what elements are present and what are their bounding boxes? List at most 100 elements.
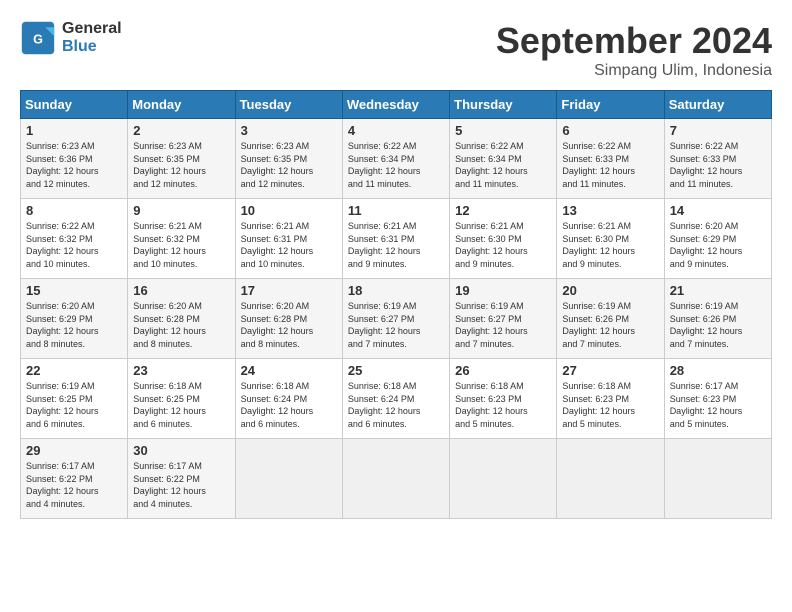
day-number: 12 [455,203,551,218]
month-title: September 2024 [496,20,772,62]
cell-info: Sunrise: 6:19 AMSunset: 6:26 PMDaylight:… [670,300,766,350]
header-cell-tuesday: Tuesday [235,91,342,119]
day-number: 5 [455,123,551,138]
day-number: 27 [562,363,658,378]
cell-info: Sunrise: 6:19 AMSunset: 6:27 PMDaylight:… [455,300,551,350]
cell-info: Sunrise: 6:23 AMSunset: 6:35 PMDaylight:… [133,140,229,190]
calendar-cell: 10 Sunrise: 6:21 AMSunset: 6:31 PMDaylig… [235,199,342,279]
calendar-cell [557,439,664,519]
day-number: 6 [562,123,658,138]
header-cell-sunday: Sunday [21,91,128,119]
cell-info: Sunrise: 6:21 AMSunset: 6:30 PMDaylight:… [562,220,658,270]
location-title: Simpang Ulim, Indonesia [496,62,772,80]
cell-info: Sunrise: 6:19 AMSunset: 6:27 PMDaylight:… [348,300,444,350]
day-number: 4 [348,123,444,138]
calendar-table: SundayMondayTuesdayWednesdayThursdayFrid… [20,90,772,519]
cell-info: Sunrise: 6:21 AMSunset: 6:31 PMDaylight:… [241,220,337,270]
calendar-cell: 3 Sunrise: 6:23 AMSunset: 6:35 PMDayligh… [235,119,342,199]
calendar-cell: 17 Sunrise: 6:20 AMSunset: 6:28 PMDaylig… [235,279,342,359]
calendar-cell: 19 Sunrise: 6:19 AMSunset: 6:27 PMDaylig… [450,279,557,359]
calendar-body: 1 Sunrise: 6:23 AMSunset: 6:36 PMDayligh… [21,119,772,519]
calendar-cell [450,439,557,519]
day-number: 17 [241,283,337,298]
calendar-cell: 18 Sunrise: 6:19 AMSunset: 6:27 PMDaylig… [342,279,449,359]
cell-info: Sunrise: 6:22 AMSunset: 6:34 PMDaylight:… [348,140,444,190]
day-number: 9 [133,203,229,218]
cell-info: Sunrise: 6:20 AMSunset: 6:29 PMDaylight:… [670,220,766,270]
logo-icon: G [20,20,56,56]
day-number: 21 [670,283,766,298]
cell-info: Sunrise: 6:18 AMSunset: 6:23 PMDaylight:… [455,380,551,430]
day-number: 11 [348,203,444,218]
day-number: 22 [26,363,122,378]
calendar-cell: 28 Sunrise: 6:17 AMSunset: 6:23 PMDaylig… [664,359,771,439]
day-number: 25 [348,363,444,378]
cell-info: Sunrise: 6:20 AMSunset: 6:28 PMDaylight:… [133,300,229,350]
calendar-cell: 8 Sunrise: 6:22 AMSunset: 6:32 PMDayligh… [21,199,128,279]
main-container: G General Blue September 2024 Simpang Ul… [0,0,792,529]
calendar-cell: 7 Sunrise: 6:22 AMSunset: 6:33 PMDayligh… [664,119,771,199]
calendar-cell: 30 Sunrise: 6:17 AMSunset: 6:22 PMDaylig… [128,439,235,519]
calendar-cell: 11 Sunrise: 6:21 AMSunset: 6:31 PMDaylig… [342,199,449,279]
calendar-cell: 12 Sunrise: 6:21 AMSunset: 6:30 PMDaylig… [450,199,557,279]
day-number: 28 [670,363,766,378]
calendar-cell: 2 Sunrise: 6:23 AMSunset: 6:35 PMDayligh… [128,119,235,199]
day-number: 30 [133,443,229,458]
cell-info: Sunrise: 6:20 AMSunset: 6:28 PMDaylight:… [241,300,337,350]
week-row-2: 8 Sunrise: 6:22 AMSunset: 6:32 PMDayligh… [21,199,772,279]
calendar-cell: 16 Sunrise: 6:20 AMSunset: 6:28 PMDaylig… [128,279,235,359]
calendar-cell: 25 Sunrise: 6:18 AMSunset: 6:24 PMDaylig… [342,359,449,439]
calendar-cell: 5 Sunrise: 6:22 AMSunset: 6:34 PMDayligh… [450,119,557,199]
cell-info: Sunrise: 6:20 AMSunset: 6:29 PMDaylight:… [26,300,122,350]
header-cell-wednesday: Wednesday [342,91,449,119]
day-number: 19 [455,283,551,298]
calendar-cell: 22 Sunrise: 6:19 AMSunset: 6:25 PMDaylig… [21,359,128,439]
svg-text:G: G [33,32,43,46]
week-row-3: 15 Sunrise: 6:20 AMSunset: 6:29 PMDaylig… [21,279,772,359]
calendar-cell: 4 Sunrise: 6:22 AMSunset: 6:34 PMDayligh… [342,119,449,199]
calendar-cell: 15 Sunrise: 6:20 AMSunset: 6:29 PMDaylig… [21,279,128,359]
day-number: 3 [241,123,337,138]
day-number: 14 [670,203,766,218]
logo: G General Blue [20,20,122,56]
week-row-5: 29 Sunrise: 6:17 AMSunset: 6:22 PMDaylig… [21,439,772,519]
cell-info: Sunrise: 6:17 AMSunset: 6:22 PMDaylight:… [133,460,229,510]
cell-info: Sunrise: 6:18 AMSunset: 6:23 PMDaylight:… [562,380,658,430]
header-cell-friday: Friday [557,91,664,119]
calendar-cell: 13 Sunrise: 6:21 AMSunset: 6:30 PMDaylig… [557,199,664,279]
calendar-cell [235,439,342,519]
calendar-cell: 1 Sunrise: 6:23 AMSunset: 6:36 PMDayligh… [21,119,128,199]
calendar-cell: 14 Sunrise: 6:20 AMSunset: 6:29 PMDaylig… [664,199,771,279]
day-number: 15 [26,283,122,298]
cell-info: Sunrise: 6:21 AMSunset: 6:31 PMDaylight:… [348,220,444,270]
cell-info: Sunrise: 6:18 AMSunset: 6:24 PMDaylight:… [241,380,337,430]
calendar-cell: 20 Sunrise: 6:19 AMSunset: 6:26 PMDaylig… [557,279,664,359]
day-number: 29 [26,443,122,458]
header: G General Blue September 2024 Simpang Ul… [20,20,772,80]
week-row-1: 1 Sunrise: 6:23 AMSunset: 6:36 PMDayligh… [21,119,772,199]
title-block: September 2024 Simpang Ulim, Indonesia [496,20,772,80]
header-cell-monday: Monday [128,91,235,119]
calendar-cell [342,439,449,519]
calendar-cell: 26 Sunrise: 6:18 AMSunset: 6:23 PMDaylig… [450,359,557,439]
calendar-cell [664,439,771,519]
cell-info: Sunrise: 6:18 AMSunset: 6:25 PMDaylight:… [133,380,229,430]
cell-info: Sunrise: 6:17 AMSunset: 6:23 PMDaylight:… [670,380,766,430]
cell-info: Sunrise: 6:22 AMSunset: 6:34 PMDaylight:… [455,140,551,190]
day-number: 24 [241,363,337,378]
day-number: 16 [133,283,229,298]
day-number: 18 [348,283,444,298]
cell-info: Sunrise: 6:19 AMSunset: 6:25 PMDaylight:… [26,380,122,430]
cell-info: Sunrise: 6:22 AMSunset: 6:32 PMDaylight:… [26,220,122,270]
cell-info: Sunrise: 6:22 AMSunset: 6:33 PMDaylight:… [562,140,658,190]
logo-text: General Blue [62,20,122,56]
cell-info: Sunrise: 6:19 AMSunset: 6:26 PMDaylight:… [562,300,658,350]
calendar-cell: 29 Sunrise: 6:17 AMSunset: 6:22 PMDaylig… [21,439,128,519]
calendar-cell: 23 Sunrise: 6:18 AMSunset: 6:25 PMDaylig… [128,359,235,439]
calendar-cell: 27 Sunrise: 6:18 AMSunset: 6:23 PMDaylig… [557,359,664,439]
day-number: 1 [26,123,122,138]
header-cell-saturday: Saturday [664,91,771,119]
week-row-4: 22 Sunrise: 6:19 AMSunset: 6:25 PMDaylig… [21,359,772,439]
calendar-cell: 9 Sunrise: 6:21 AMSunset: 6:32 PMDayligh… [128,199,235,279]
day-number: 13 [562,203,658,218]
